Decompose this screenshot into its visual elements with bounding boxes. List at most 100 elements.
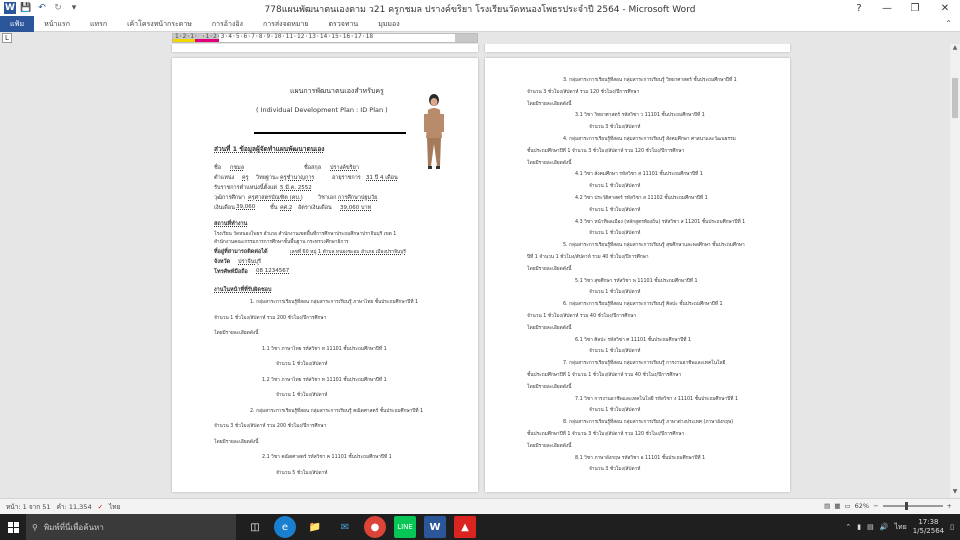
subject-line: จำนวน 1 ชั่วโมง/สัปดาห์ รวม 40 ชั่วโมง/ป… xyxy=(527,314,637,319)
full-screen-icon[interactable]: ▦ xyxy=(834,502,840,510)
major-label: วิชาเอก xyxy=(318,195,337,201)
subject-line: จำนวน 1 ชั่วโมง/สัปดาห์ xyxy=(589,207,641,213)
tab-mailings[interactable]: การส่งจดหมาย xyxy=(253,16,319,32)
subject-line: 5. กลุ่มสาระการเรียนรู้ที่สอน กลุ่มสาระก… xyxy=(563,243,745,249)
tab-insert[interactable]: แทรก xyxy=(80,16,117,32)
subject-line: 7. กลุ่มสาระการเรียนรู้ที่สอน กลุ่มสาระก… xyxy=(563,361,726,367)
subject-line: จำนวน 5 ชั่วโมง/สัปดาห์ xyxy=(276,470,328,476)
subject-line: 4.2 วิชา ประวัติศาสตร์ รหัสวิชา ส 11102 … xyxy=(575,196,708,201)
document-page-right[interactable]: 3. กลุ่มสาระการเรียนรู้ที่สอน กลุ่มสาระก… xyxy=(485,58,790,492)
chrome-icon[interactable]: ● xyxy=(364,516,386,538)
office-line: สำนักงานคณะกรรมการการศึกษาขั้นพื้นฐาน กร… xyxy=(214,240,349,245)
scroll-thumb[interactable] xyxy=(952,78,958,118)
subject-line: โดยมีรายละเอียดดังนี้ xyxy=(527,266,572,272)
word-count[interactable]: คำ: 11,354 xyxy=(57,502,92,512)
vertical-scrollbar[interactable]: ▲ ▼ xyxy=(950,44,960,498)
scroll-down-icon[interactable]: ▼ xyxy=(950,488,960,498)
subject-line: โดยมีรายละเอียดดังนี้ xyxy=(214,439,259,445)
zoom-out-icon[interactable]: − xyxy=(873,502,878,510)
age-value: 31 ปี 4 เดือน xyxy=(366,175,398,181)
undo-icon[interactable]: ↶ xyxy=(36,2,48,14)
notification-icon[interactable]: ▯ xyxy=(950,523,954,531)
redo-icon[interactable]: ↻ xyxy=(52,2,64,14)
print-layout-icon[interactable]: ▤ xyxy=(824,502,830,510)
language-indicator[interactable]: ไทย xyxy=(109,502,120,512)
subject-line: โดยมีรายละเอียดดังนี้ xyxy=(527,101,572,107)
since-value: 5 มี.ค. 2552 xyxy=(280,185,312,191)
position-label: ตำแหน่ง xyxy=(214,175,235,181)
clock-date: 1/5/2564 xyxy=(912,527,945,535)
search-icon: ⚲ xyxy=(32,522,38,532)
subject-line: 3.1 วิชา วิทยาศาสตร์ รหัสวิชา ว 11101 ชั… xyxy=(575,113,705,119)
volume-icon[interactable]: 🔊 xyxy=(880,523,889,531)
minimize-icon[interactable]: — xyxy=(872,0,902,16)
document-area[interactable]: แผนการพัฒนาตนเองสำหรับครู ( Individual D… xyxy=(0,44,950,498)
document-page-left[interactable]: แผนการพัฒนาตนเองสำหรับครู ( Individual D… xyxy=(172,58,478,492)
zoom-controls: ▤ ▦ ▭ 62% − + xyxy=(824,502,952,510)
subject-line: ชั้นประถมศึกษาปีที่ 1 จำนวน 3 ชั่วโมง/สั… xyxy=(527,432,685,437)
tab-references[interactable]: การอ้างอิง xyxy=(202,16,253,32)
subject-line: 3. กลุ่มสาระการเรียนรู้ที่สอน กลุ่มสาระก… xyxy=(563,78,737,83)
education-label: วุฒิการศึกษา xyxy=(214,195,245,201)
line-icon[interactable]: LINE xyxy=(394,516,416,538)
network-icon[interactable]: ▤ xyxy=(867,523,874,531)
tab-view[interactable]: มุมมอง xyxy=(368,16,409,32)
save-icon[interactable]: 💾 xyxy=(20,2,32,14)
acrobat-icon[interactable]: ▲ xyxy=(454,516,476,538)
zoom-level[interactable]: 62% xyxy=(855,502,869,510)
ribbon-collapse-icon[interactable]: ⌃ xyxy=(945,19,952,28)
zoom-slider-knob[interactable] xyxy=(905,502,909,510)
tab-selector[interactable]: L xyxy=(2,33,12,43)
subject-line: 8. กลุ่มสาระการเรียนรู้ที่สอน กลุ่มสาระก… xyxy=(563,420,734,426)
taskbar-search[interactable]: ⚲ พิมพ์ที่นี่เพื่อค้นหา xyxy=(26,514,236,540)
pay-value: 39,060 บาท xyxy=(340,205,372,211)
proofing-icon[interactable]: ✓ xyxy=(98,503,103,511)
tab-page-layout[interactable]: เค้าโครงหน้ากระดาษ xyxy=(117,16,202,32)
level-value: คศ.2 xyxy=(280,205,293,211)
name-value: กชมล xyxy=(230,165,245,171)
subject-line: จำนวน 3 ชั่วโมง/สัปดาห์ รวม 200 ชั่วโมง/… xyxy=(214,424,327,429)
tab-review[interactable]: ตรวจทาน xyxy=(319,16,369,32)
horizontal-ruler[interactable]: 1·2·1· ·1·2·3·4·5·6·7·8·9·10·11·12·13·14… xyxy=(172,33,478,43)
section1-heading: ส่วนที่ 1 ข้อมูลผู้จัดทำแผนพัฒนาตนเอง xyxy=(214,145,325,153)
level-label: ชั้น xyxy=(270,205,278,211)
clock[interactable]: 17:38 1/5/2564 xyxy=(913,518,944,536)
mail-icon[interactable]: ✉ xyxy=(334,516,356,538)
surname-value: ปรางค์ขริยา xyxy=(330,165,359,171)
restore-icon[interactable]: ❐ xyxy=(900,0,930,16)
window-title: 778แผนพัฒนาตนเองตาม ว21 ครูกชมล ปรางค์ขร… xyxy=(264,5,696,15)
subject-line: จำนวน 1 ชั่วโมง/สัปดาห์ xyxy=(589,408,641,414)
word-app-icon[interactable]: W xyxy=(4,2,16,14)
chevron-up-icon[interactable]: ⌃ xyxy=(845,523,851,531)
subject-line: 2.1 วิชา คณิตศาสตร์ รหัสวิชา ค 11101 ชั้… xyxy=(262,455,392,460)
subject-line: โดยมีรายละเอียดดังนี้ xyxy=(214,331,259,336)
age-label: อายุราชการ xyxy=(332,175,361,181)
subject-line: โดยมีรายละเอียดดังนี้ xyxy=(527,160,572,166)
task-view-icon[interactable]: ◫ xyxy=(244,516,266,538)
page-count[interactable]: หน้า: 1 จาก 51 xyxy=(6,502,51,512)
subject-line: จำนวน 1 ชั่วโมง/สัปดาห์ xyxy=(589,231,641,237)
input-language[interactable]: ไทย xyxy=(894,522,906,533)
web-layout-icon[interactable]: ▭ xyxy=(844,502,850,510)
salary-value: 39,060 xyxy=(236,204,256,210)
help-icon[interactable]: ? xyxy=(844,0,874,16)
battery-icon[interactable]: ▮ xyxy=(857,523,861,531)
search-placeholder: พิมพ์ที่นี่เพื่อค้นหา xyxy=(43,522,104,532)
close-icon[interactable]: ✕ xyxy=(930,0,960,16)
tab-home[interactable]: หน้าแรก xyxy=(34,16,80,32)
scroll-up-icon[interactable]: ▲ xyxy=(950,44,960,54)
zoom-in-icon[interactable]: + xyxy=(947,502,952,510)
file-explorer-icon[interactable]: 📁 xyxy=(304,516,326,538)
position-value: ครู xyxy=(242,175,249,181)
ruler-row: L 1·2·1· ·1·2·3·4·5·6·7·8·9·10·11·12·13·… xyxy=(0,32,960,44)
phone-label: โทรศัพท์มือถือ xyxy=(214,269,248,275)
word-taskbar-icon[interactable]: W xyxy=(424,516,446,538)
start-button[interactable] xyxy=(0,514,26,540)
taskbar: ⚲ พิมพ์ที่นี่เพื่อค้นหา ◫ e 📁 ✉ ● LINE W… xyxy=(0,514,960,540)
zoom-slider[interactable] xyxy=(882,502,943,510)
tab-file[interactable]: แฟ้ม xyxy=(0,15,35,32)
subject-line: 2. กลุ่มสาระการเรียนรู้ที่สอน กลุ่มสาระก… xyxy=(250,408,424,414)
edge-icon[interactable]: e xyxy=(274,516,296,538)
windows-icon xyxy=(7,521,19,533)
customize-icon[interactable]: ▾ xyxy=(68,2,80,14)
